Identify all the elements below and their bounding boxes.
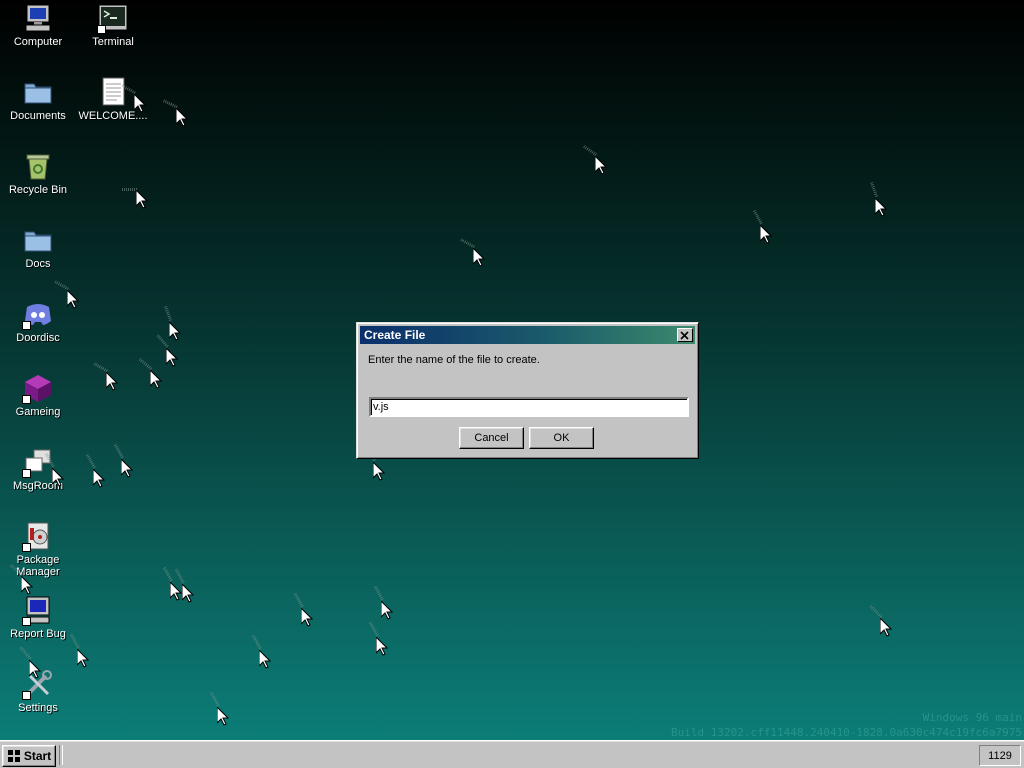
package-manager-icon: [22, 520, 54, 552]
mouse-cursor-icon: [373, 462, 385, 481]
watermark-line-build: Build 13202.cff11448.240410-1828.0a630c4…: [671, 726, 1022, 739]
mouse-cursor-icon: [875, 198, 887, 217]
cursor-trail: [869, 605, 884, 619]
mouse-cursor-icon: [760, 225, 772, 244]
desktop-icon-label: Gameing: [15, 406, 61, 418]
start-label: Start: [23, 749, 52, 763]
desktop-icon-label: Doordisc: [16, 332, 60, 344]
desktop-icon-recycle-bin[interactable]: Recycle Bin: [1, 150, 75, 196]
mouse-cursor-icon: [136, 190, 148, 209]
cursor-trail: [138, 358, 153, 371]
mouse-cursor-icon: [376, 637, 388, 656]
cursor-trail: [69, 633, 81, 650]
cursor-trail: [251, 634, 263, 651]
taskbar-separator: [59, 745, 63, 765]
cursor-trail: [373, 585, 385, 602]
cursor-trail: [113, 443, 125, 460]
desktop-icon-label: Docs: [25, 258, 51, 270]
shortcut-arrow-icon: [97, 25, 106, 34]
desktop-icon-label: Settings: [18, 702, 58, 714]
folder-icon: [22, 76, 54, 108]
mouse-cursor-icon: [595, 156, 607, 175]
dialog-titlebar[interactable]: Create File: [360, 326, 695, 344]
cursor-trail: [156, 334, 170, 349]
terminal-icon: [97, 2, 129, 34]
bug-report-computer-icon: [22, 594, 54, 626]
mouse-cursor-icon: [106, 372, 118, 391]
taskbar: Start 1129: [0, 740, 1024, 768]
desktop-icon-computer[interactable]: Computer: [1, 2, 75, 48]
shortcut-arrow-icon: [22, 469, 31, 478]
mouse-cursor-icon: [301, 608, 313, 627]
file-name-input[interactable]: [369, 397, 689, 417]
mouse-cursor-icon: [217, 707, 229, 726]
desktop-icon-label: Terminal: [92, 36, 134, 48]
mouse-cursor-icon: [21, 576, 33, 595]
mouse-cursor-icon: [259, 650, 271, 669]
ok-button[interactable]: OK: [529, 427, 594, 449]
desktop-icon-doordisc[interactable]: Doordisc: [1, 298, 75, 344]
mouse-cursor-icon: [166, 348, 178, 367]
mouse-cursor-icon: [134, 94, 146, 113]
desktop-icon-gameing[interactable]: Gameing: [1, 372, 75, 418]
dialog-prompt: Enter the name of the file to create.: [368, 354, 540, 366]
desktop-icon-label: Documents: [10, 110, 66, 122]
mouse-cursor-icon: [169, 322, 181, 341]
mouse-cursor-icon: [473, 248, 485, 267]
cursor-trail: [368, 621, 380, 638]
mouse-cursor-icon: [121, 459, 133, 478]
cursor-trail: [164, 305, 173, 323]
mouse-cursor-icon: [150, 370, 162, 389]
chat-app-icon: [22, 298, 54, 330]
desktop-icon-label: Computer: [13, 36, 63, 48]
shortcut-arrow-icon: [22, 691, 31, 700]
start-button[interactable]: Start: [2, 745, 56, 767]
recycle-bin-icon: [22, 150, 54, 182]
close-button[interactable]: [677, 328, 693, 342]
windows-logo-icon: [7, 749, 21, 763]
mouse-cursor-icon: [93, 469, 105, 488]
dialog-title: Create File: [364, 328, 426, 342]
desktop-icon-terminal[interactable]: Terminal: [76, 2, 150, 48]
text-document-icon: [97, 76, 129, 108]
shortcut-arrow-icon: [22, 543, 31, 552]
desktop-icon-docs[interactable]: Docs: [1, 224, 75, 270]
mouse-cursor-icon: [67, 290, 79, 309]
desktop-icon-report-bug[interactable]: Report Bug: [1, 594, 75, 640]
taskbar-clock: 1129: [979, 745, 1021, 766]
cursor-trail: [209, 691, 221, 708]
game-cube-icon: [22, 372, 54, 404]
mouse-cursor-icon: [381, 601, 393, 620]
desktop-icon-label: Recycle Bin: [8, 184, 68, 196]
shortcut-arrow-icon: [22, 617, 31, 626]
folder-icon: [22, 224, 54, 256]
computer-icon: [22, 2, 54, 34]
mouse-cursor-icon: [170, 582, 182, 601]
shortcut-arrow-icon: [22, 321, 31, 330]
mouse-cursor-icon: [77, 649, 89, 668]
cursor-trail: [870, 181, 879, 199]
mouse-cursor-icon: [29, 660, 41, 679]
build-watermark: Windows 96 main Build 13202.cff11448.240…: [671, 710, 1022, 740]
mouse-cursor-icon: [880, 618, 892, 637]
close-icon: [680, 331, 689, 340]
mouse-cursor-icon: [176, 108, 188, 127]
mouse-cursor-icon: [52, 468, 64, 487]
cursor-trail: [583, 145, 598, 157]
mouse-cursor-icon: [182, 584, 194, 603]
cancel-button[interactable]: Cancel: [459, 427, 524, 449]
shortcut-arrow-icon: [22, 395, 31, 404]
cursor-trail: [19, 646, 33, 661]
desktop-icon-label: Report Bug: [10, 628, 66, 640]
cursor-trail: [85, 453, 97, 470]
watermark-line-os: Windows 96 main: [922, 711, 1022, 724]
desktop: Computer Terminal Documents WELCOME.... …: [0, 0, 1024, 740]
cursor-trail: [293, 592, 305, 609]
cursor-trail: [752, 209, 764, 226]
desktop-icon-documents[interactable]: Documents: [1, 76, 75, 122]
desktop-icon-package-manager[interactable]: Package Manager: [1, 520, 75, 578]
cursor-trail: [162, 566, 174, 583]
create-file-dialog: Create File Enter the name of the file t…: [356, 322, 699, 459]
